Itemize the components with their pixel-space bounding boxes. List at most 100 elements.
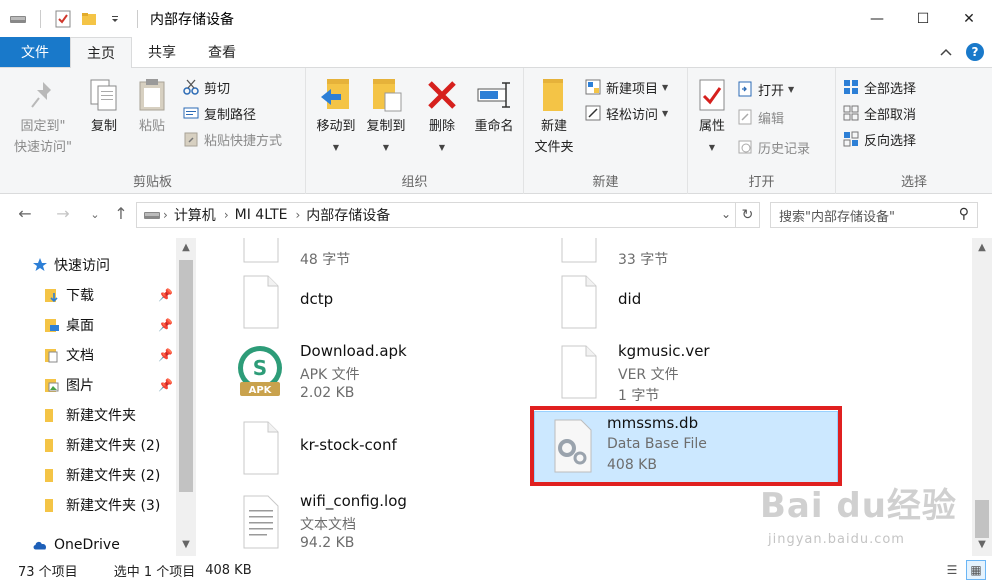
list-item[interactable]: kr-stock-conf [206,414,518,480]
chevron-right-icon[interactable]: › [295,208,300,222]
chevron-down-icon[interactable] [105,9,125,29]
new-folder-button[interactable]: 新建 文件夹 [528,76,580,158]
list-item[interactable]: wifi_config.log 文本文档 94.2 KB [206,488,518,554]
nav-onedrive[interactable]: OneDrive [32,532,120,558]
new-item-button[interactable]: 新建项目 ▼ [584,76,668,98]
pin-label-line1: 固定到" [20,119,66,134]
file-list-scrollbar[interactable]: ▲ ▼ [972,238,992,556]
refresh-icon[interactable]: ↻ [735,203,759,227]
view-toggle: ☰ ▦ [942,560,986,580]
group-select: 全部选择 全部取消 反向选择 选择 [836,68,992,194]
delete-label: 删除 [428,119,455,134]
back-arrow-icon[interactable]: ← [14,204,36,223]
nav-scrollbar-thumb[interactable] [179,260,193,492]
address-bar[interactable]: › 计算机 › MI 4LTE › 内部存储设备 ⌄ ↻ [136,202,760,228]
nav-scrollbar[interactable]: ▲ ▼ [176,238,196,556]
close-button[interactable]: ✕ [946,0,992,38]
nav-item-documents[interactable]: 文档 [44,342,94,368]
nav-quick-access[interactable]: 快速访问 [32,252,110,278]
chevron-down-icon: ▼ [438,143,446,152]
move-to-icon [318,76,354,114]
navigation-pane: 快速访问 下载 📌 桌面 📌 文档 📌 图片 📌 新建文件夹 新建文件夹 (2)… [0,238,196,556]
breadcrumb-computer[interactable]: 计算机 [174,205,216,225]
breadcrumb-device[interactable]: MI 4LTE [235,207,288,223]
nav-item-downloads[interactable]: 下载 [44,282,94,308]
delete-button[interactable]: 删除 ▼ [424,76,460,158]
search-input[interactable]: 搜索"内部存储设备" ⚲ [770,202,978,228]
history-button[interactable]: 历史记录 [736,136,810,158]
copy-path-button[interactable]: 复制路径 [182,102,256,124]
breadcrumb-internal-storage[interactable]: 内部存储设备 [306,205,390,225]
file-list-scrollbar-thumb[interactable] [975,500,989,538]
address-dropdown-chevron-icon[interactable]: ⌄ [721,207,731,221]
properties-check-icon[interactable] [53,9,73,29]
select-none-button[interactable]: 全部取消 [842,102,916,124]
help-icon[interactable]: ? [966,43,984,61]
up-arrow-icon[interactable]: ↑ [110,204,132,223]
scroll-down-icon[interactable]: ▼ [972,539,992,550]
generic-file-icon [561,345,597,399]
minimize-button[interactable]: — [854,0,900,38]
pin-icon[interactable]: 📌 [158,348,173,362]
tab-share[interactable]: 共享 [132,37,192,67]
select-all-button[interactable]: 全部选择 [842,76,916,98]
chevron-right-icon[interactable]: › [224,208,229,222]
pin-icon[interactable]: 📌 [158,288,173,302]
edit-button[interactable]: 编辑 [736,106,784,128]
rename-button[interactable]: 重命名 [470,76,518,137]
tab-home[interactable]: 主页 [70,37,132,68]
nav-item-pictures[interactable]: 图片 [44,372,94,398]
maximize-button[interactable]: ☐ [900,0,946,38]
clipboard-icon [134,76,170,114]
scroll-down-icon[interactable]: ▼ [176,539,196,550]
pin-icon[interactable]: 📌 [158,318,173,332]
paste-shortcut-button[interactable]: 粘贴快捷方式 [182,128,282,150]
move-to-button[interactable]: 移动到 ▼ [312,76,360,158]
file-name: kgmusic.ver [618,342,710,360]
pin-icon[interactable]: 📌 [158,378,173,392]
easy-access-button[interactable]: 轻松访问 ▼ [584,102,668,124]
chevron-up-icon[interactable] [940,46,952,59]
new-folder-icon[interactable] [79,9,99,29]
generic-file-icon [243,275,279,329]
copy-to-button[interactable]: 复制到 ▼ [362,76,410,158]
chevron-right-icon[interactable]: › [163,208,168,222]
folder-icon [44,437,60,453]
list-item[interactable]: S APK Download.apk APK 文件 2.02 KB [206,338,518,404]
selected-count: 选中 1 个项目 [113,564,196,580]
details-view-icon[interactable]: ☰ [942,560,962,580]
file-name: kr-stock-conf [300,436,397,454]
list-item[interactable]: kgmusic.ver VER 文件 1 字节 [524,338,836,404]
nav-item-desktop[interactable]: 桌面 [44,312,94,338]
nav-item-new-folder-3[interactable]: 新建文件夹 (3) [44,492,160,518]
open-icon [736,80,754,98]
open-button[interactable]: 打开 ▼ [736,78,794,100]
cut-button[interactable]: 剪切 [182,76,230,98]
copy-button[interactable]: 复制 [84,76,124,137]
pin-to-quick-access-button[interactable]: 固定到" 快速访问" [8,76,78,158]
list-item[interactable]: did [524,268,836,334]
invert-selection-button[interactable]: 反向选择 [842,128,916,150]
divider [137,10,138,28]
list-item[interactable]: 33 字节 [524,238,836,268]
list-item[interactable]: dctp [206,268,518,334]
paste-shortcut-label: 粘贴快捷方式 [204,133,283,149]
forward-arrow-icon[interactable]: → [52,204,74,223]
list-item[interactable]: 48 字节 [206,238,518,268]
generic-file-icon [561,238,597,263]
nav-item-new-folder[interactable]: 新建文件夹 [44,402,136,428]
tab-file[interactable]: 文件 [0,37,70,67]
scroll-up-icon[interactable]: ▲ [176,242,196,253]
tab-view[interactable]: 查看 [192,37,252,67]
scroll-up-icon[interactable]: ▲ [972,242,992,253]
window-title: 内部存储设备 [150,12,234,28]
documents-folder-icon [44,347,60,363]
tiles-view-icon[interactable]: ▦ [966,560,986,580]
properties-button[interactable]: 属性 ▼ [694,76,730,158]
nav-item-new-folder-2[interactable]: 新建文件夹 (2) [44,432,160,458]
search-icon[interactable]: ⚲ [959,206,969,222]
paste-button[interactable]: 粘贴 [132,76,172,137]
recent-locations-chevron-icon[interactable]: ⌄ [84,208,106,221]
group-open: 属性 ▼ 打开 ▼ 编辑 历史记录 打开 [688,68,836,194]
nav-item-new-folder-2b[interactable]: 新建文件夹 (2) [44,462,160,488]
